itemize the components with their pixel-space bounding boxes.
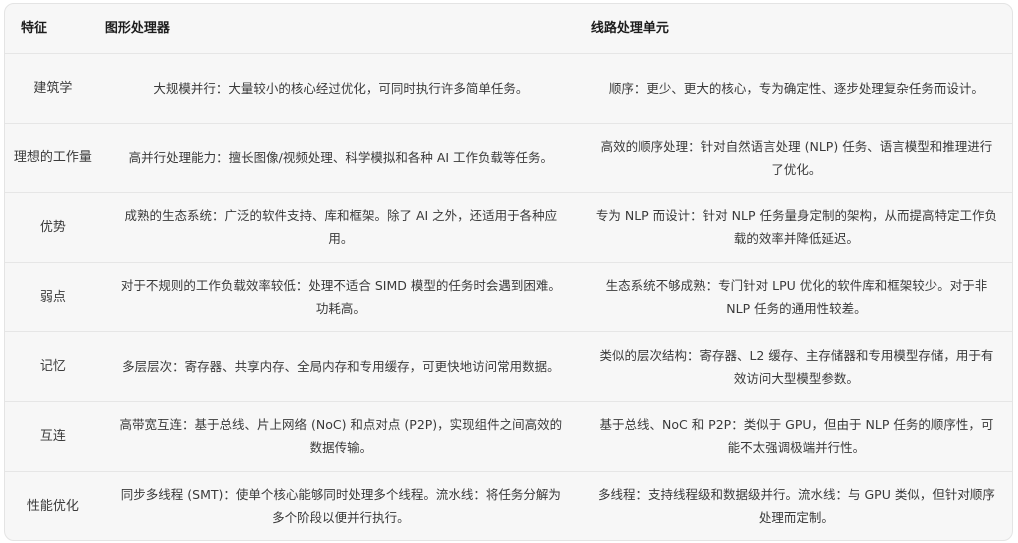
header-feature: 特征 <box>21 21 48 36</box>
table-row: 理想的工作量 高并行处理能力：擅长图像/视频处理、科学模拟和各种 AI 工作负载… <box>5 124 1012 194</box>
feature-cell: 记忆 <box>39 359 66 375</box>
gpu-cell: 高并行处理能力：擅长图像/视频处理、科学模拟和各种 AI 工作负载等任务。 <box>128 150 554 166</box>
table-row: 建筑学 大规模并行：大量较小的核心经过优化，可同时执行许多简单任务。 顺序：更少… <box>5 54 1012 124</box>
table-header-row: 特征 图形处理器 线路处理单元 <box>5 4 1012 54</box>
gpu-cell: 高带宽互连：基于总线、片上网络 (NoC) 和点对点 (P2P)，实现组件之间高… <box>119 417 563 456</box>
table-row: 记忆 多层层次：寄存器、共享内存、全局内存和专用缓存，可更快地访问常用数据。 类… <box>5 332 1012 402</box>
lpu-cell: 多线程：支持线程级和数据级并行。流水线：与 GPU 类似，但针对顺序处理而定制。 <box>598 487 995 526</box>
lpu-cell: 生态系统不够成熟：专门针对 LPU 优化的软件库和框架较少。对于非 NLP 任务… <box>605 278 988 317</box>
gpu-cell: 成熟的生态系统：广泛的软件支持、库和框架。除了 AI 之外，还适用于各种应用。 <box>124 208 558 247</box>
feature-cell: 互连 <box>39 428 66 444</box>
feature-cell: 理想的工作量 <box>13 150 92 166</box>
feature-cell: 性能优化 <box>26 498 79 514</box>
feature-cell: 优势 <box>39 219 66 235</box>
lpu-cell: 专为 NLP 而设计：针对 NLP 任务量身定制的架构，从而提高特定工作负载的效… <box>595 208 997 247</box>
table-row: 优势 成熟的生态系统：广泛的软件支持、库和框架。除了 AI 之外，还适用于各种应… <box>5 193 1012 263</box>
header-gpu: 图形处理器 <box>104 21 170 36</box>
table-row: 弱点 对于不规则的工作负载效率较低：处理不适合 SIMD 模型的任务时会遇到困难… <box>5 263 1012 333</box>
feature-cell: 建筑学 <box>33 80 73 96</box>
lpu-cell: 基于总线、NoC 和 P2P：类似于 GPU，但由于 NLP 任务的顺序性，可能… <box>599 417 994 456</box>
gpu-cell: 同步多线程 (SMT)：使单个核心能够同时处理多个线程。流水线：将任务分解为多个… <box>120 487 561 526</box>
table-row: 互连 高带宽互连：基于总线、片上网络 (NoC) 和点对点 (P2P)，实现组件… <box>5 402 1012 472</box>
header-lpu: 线路处理单元 <box>590 21 669 36</box>
comparison-table: 特征 图形处理器 线路处理单元 建筑学 大规模并行：大量较小的核心经过优化，可同… <box>4 3 1013 541</box>
feature-cell: 弱点 <box>39 289 66 305</box>
table-row: 性能优化 同步多线程 (SMT)：使单个核心能够同时处理多个线程。流水线：将任务… <box>5 472 1012 540</box>
lpu-cell: 类似的层次结构：寄存器、L2 缓存、主存储器和专用模型存储，用于有效访问大型模型… <box>599 347 994 386</box>
gpu-cell: 大规模并行：大量较小的核心经过优化，可同时执行许多简单任务。 <box>153 80 529 96</box>
gpu-cell: 对于不规则的工作负载效率较低：处理不适合 SIMD 模型的任务时会遇到困难。功耗… <box>120 278 561 317</box>
lpu-cell: 顺序：更少、更大的核心，专为确定性、逐步处理复杂任务而设计。 <box>608 80 984 96</box>
gpu-cell: 多层层次：寄存器、共享内存、全局内存和专用缓存，可更快地访问常用数据。 <box>122 359 560 375</box>
lpu-cell: 高效的顺序处理：针对自然语言处理 (NLP) 任务、语言模型和推理进行了优化。 <box>600 138 993 177</box>
